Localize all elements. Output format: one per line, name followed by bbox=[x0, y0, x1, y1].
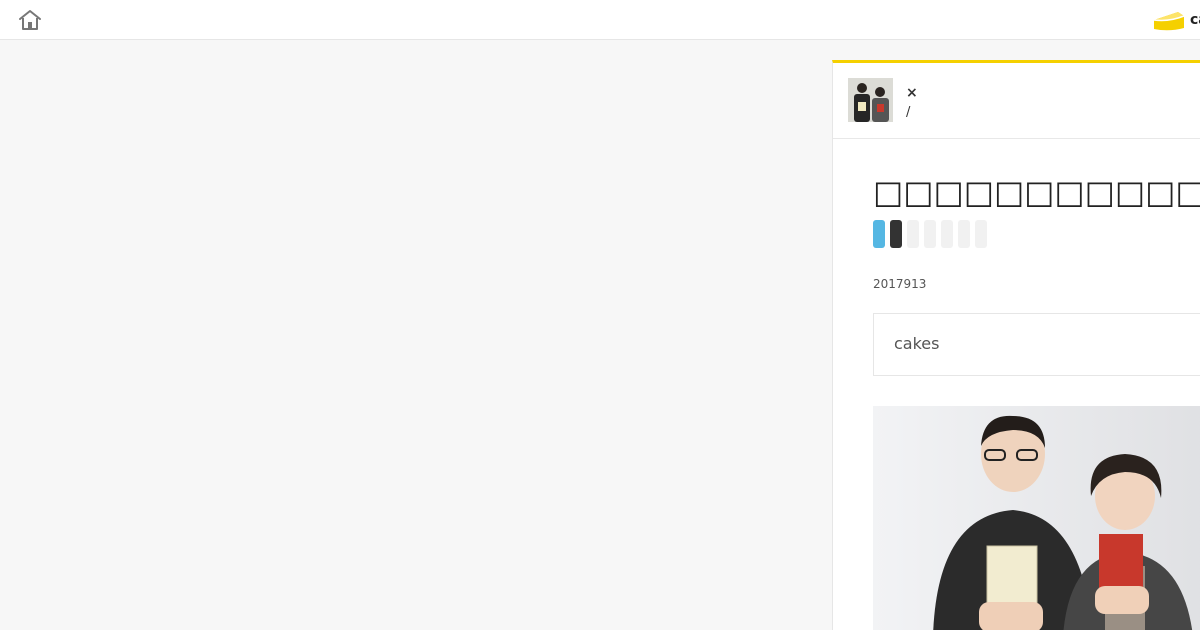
top-header: cakes bbox=[0, 0, 1200, 40]
share-buttons bbox=[873, 220, 987, 248]
interview-photo bbox=[873, 406, 1200, 630]
author-separator: / bbox=[906, 105, 911, 120]
author-meta: × / bbox=[906, 83, 918, 123]
share-button[interactable] bbox=[958, 220, 970, 248]
brand-name: cakes bbox=[1190, 12, 1200, 28]
article-panel: × / □□□□□□□□□□□□□□□□□□□□ 2017913 cakes bbox=[832, 60, 1200, 630]
collab-mark: × bbox=[906, 85, 918, 101]
publish-date: 2017913 bbox=[873, 277, 927, 291]
share-button[interactable] bbox=[975, 220, 987, 248]
source-label: cakes bbox=[894, 334, 940, 353]
home-button[interactable] bbox=[18, 9, 42, 31]
author-avatar[interactable] bbox=[848, 78, 893, 122]
home-icon bbox=[19, 10, 41, 30]
source-box[interactable]: cakes bbox=[873, 313, 1200, 376]
article-title: □□□□□□□□□□□□□□□□□□□□ bbox=[873, 173, 1200, 211]
cake-slice-logo bbox=[1153, 12, 1185, 31]
brand-link[interactable]: cakes bbox=[1152, 6, 1200, 34]
author-photo bbox=[848, 78, 893, 122]
author-row: × / bbox=[833, 63, 1200, 139]
share-button[interactable] bbox=[907, 220, 919, 248]
article-photo bbox=[873, 406, 1200, 630]
share-button-twitter[interactable] bbox=[873, 220, 885, 248]
share-button[interactable] bbox=[924, 220, 936, 248]
share-button[interactable] bbox=[941, 220, 953, 248]
share-button-dark[interactable] bbox=[890, 220, 902, 248]
